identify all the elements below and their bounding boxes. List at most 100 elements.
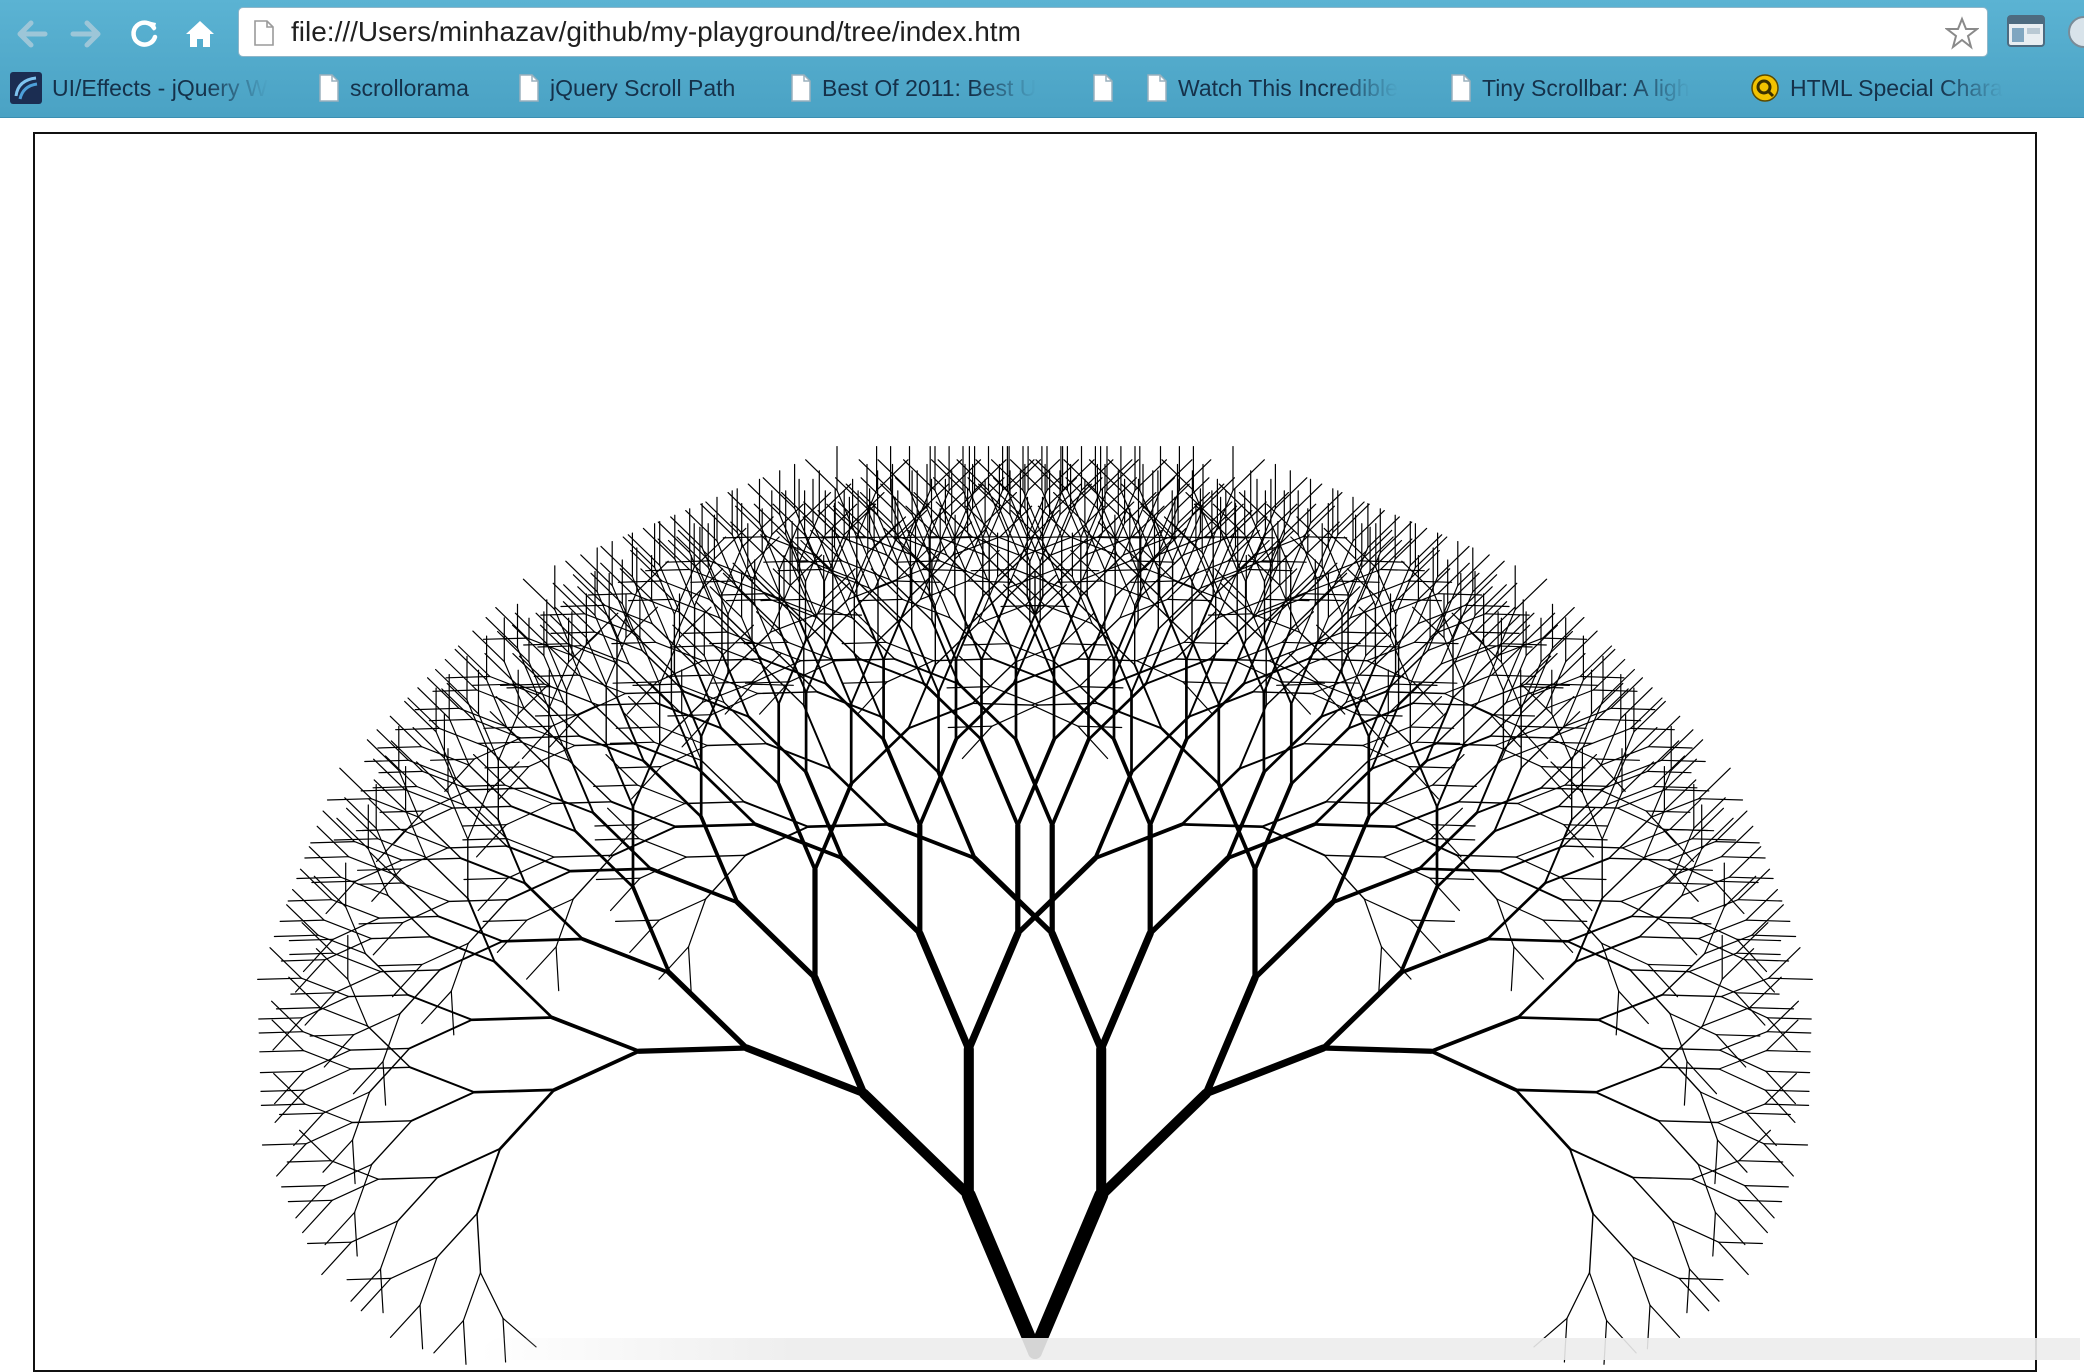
tree-branch [747, 536, 780, 568]
tree-branch [364, 759, 410, 763]
tree-branch [1601, 791, 1623, 840]
tree-branch [550, 1015, 641, 1054]
tree-branch [401, 882, 450, 903]
tree-branch [615, 726, 661, 729]
tree-branch [311, 880, 357, 884]
tree-branch [482, 637, 528, 640]
tree-branch [645, 568, 691, 572]
tree-branch [457, 645, 491, 678]
tree-branch [1054, 661, 1099, 704]
tree-branch [1579, 645, 1613, 678]
tree-branch [430, 758, 475, 761]
tree-branch [1325, 759, 1370, 803]
bookmark-item[interactable]: UI/Effects - jQuery W [10, 66, 290, 110]
tree-branch [1645, 810, 1677, 844]
tree-branch [858, 459, 892, 491]
tree-branch [409, 1066, 476, 1094]
tree-branch [1561, 899, 1622, 903]
tree-branch [928, 489, 950, 538]
tree-branch [1457, 759, 1502, 803]
tree-branch [1763, 1143, 1794, 1177]
tree-branch [271, 1000, 304, 1033]
tree-branch [1723, 875, 1757, 908]
tree-branch [376, 828, 407, 863]
tree-branch [667, 539, 701, 572]
tree-branch [379, 810, 425, 813]
back-button[interactable] [12, 14, 52, 54]
tree-branch [836, 489, 858, 538]
tree-branch [290, 992, 336, 995]
tree-branch [1610, 707, 1656, 711]
tree-branch [858, 1088, 974, 1201]
tree-branch [1663, 828, 1695, 863]
tree-branch [463, 877, 509, 881]
tree-branch [1688, 1268, 1720, 1302]
bookmark-item[interactable]: scrollorama [318, 66, 488, 110]
bookmark-item[interactable] [1092, 66, 1126, 110]
tree-branch [1185, 682, 1246, 741]
search-q-icon [1751, 74, 1779, 102]
star-icon[interactable] [1945, 16, 1979, 50]
tree-branch [1313, 823, 1396, 829]
page-icon [319, 74, 339, 102]
bookmark-label: Tiny Scrollbar: A ligh [1482, 74, 1690, 101]
tree-branch [1765, 1049, 1811, 1053]
address-bar[interactable]: file:///Users/minhazav/github/my-playgro… [238, 7, 1988, 57]
tree-branch [734, 899, 818, 981]
tree-branch [682, 631, 728, 634]
tree-branch [1718, 1068, 1766, 1091]
tree-branch [611, 641, 657, 645]
tree-branch [1638, 936, 1700, 940]
tree-branch [376, 729, 410, 761]
tree-branch [1031, 685, 1080, 706]
tree-branch [1566, 915, 1633, 943]
tree-branch [1409, 742, 1438, 808]
tree-canvas[interactable] [33, 132, 2037, 1372]
jquery-ui-icon [10, 72, 42, 104]
tree-branch [1232, 459, 1265, 491]
reload-button[interactable] [124, 14, 164, 54]
tree-branch [1516, 960, 1577, 1019]
tree-branch [1015, 855, 1098, 937]
tree-branch [288, 938, 334, 942]
tree-branch [990, 685, 1039, 706]
tree-branch [1743, 1184, 1789, 1188]
tree-branch [850, 639, 879, 705]
tree-branch [1185, 595, 1215, 661]
tree-branch [1701, 817, 1734, 850]
tree-branch [757, 691, 818, 695]
tree-branch [1026, 489, 1048, 538]
tree-branch [437, 915, 504, 943]
tree-branch [1582, 648, 1616, 681]
bookmark-item[interactable]: Tiny Scrollbar: A ligh [1450, 66, 1720, 110]
tree-branch [881, 737, 922, 828]
tree-branch [1334, 580, 1380, 583]
bookmark-item[interactable]: Best Of 2011: Best U [790, 66, 1068, 110]
tree-branch [1571, 713, 1593, 762]
tree-branch [1414, 536, 1448, 568]
tree-branch [1714, 1211, 1746, 1246]
tree-branch [1728, 846, 1762, 878]
browser-toolbar: file:///Users/minhazav/github/my-playgro… [0, 0, 2084, 118]
tree-branch [325, 880, 357, 915]
tree-branch [1456, 854, 1517, 858]
tree-branch [377, 963, 423, 967]
tree-branch [369, 851, 403, 884]
tree-branch [364, 953, 409, 996]
bookmark-item[interactable]: jQuery Scroll Path [518, 66, 768, 110]
url-text: file:///Users/minhazav/github/my-playgro… [291, 16, 1021, 47]
tree-branch [1431, 784, 1477, 788]
tree-branch [614, 919, 660, 923]
tree-branch [590, 572, 623, 605]
tree-branch [483, 726, 529, 729]
forward-button[interactable] [66, 14, 106, 54]
bookmark-item[interactable]: HTML Special Chara [1750, 66, 2080, 110]
extension-button-2[interactable] [2062, 12, 2084, 52]
home-button[interactable] [180, 14, 220, 54]
tree-branch [1588, 1272, 1608, 1322]
tree-branch [687, 946, 692, 992]
extension-button[interactable] [2006, 14, 2046, 54]
tree-branch [1737, 1199, 1783, 1203]
bookmark-item[interactable]: Watch This Incredible [1146, 66, 1436, 110]
tree-branch [685, 854, 747, 858]
